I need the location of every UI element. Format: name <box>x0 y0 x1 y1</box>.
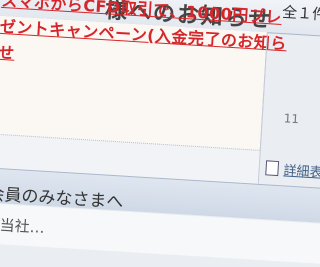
bottom-text: 当社… <box>0 216 46 237</box>
side-number: 11 <box>283 111 300 127</box>
detail-label: 詳細表示 <box>283 163 320 182</box>
item-count: 全１件 <box>281 3 320 24</box>
detail-link[interactable]: 詳細表示 <box>265 158 320 182</box>
screen: 様へのお知らせ スマホからCFD取引で、1000円プレゼントキャンペーン(入金完… <box>0 0 320 267</box>
document-icon <box>265 160 280 177</box>
